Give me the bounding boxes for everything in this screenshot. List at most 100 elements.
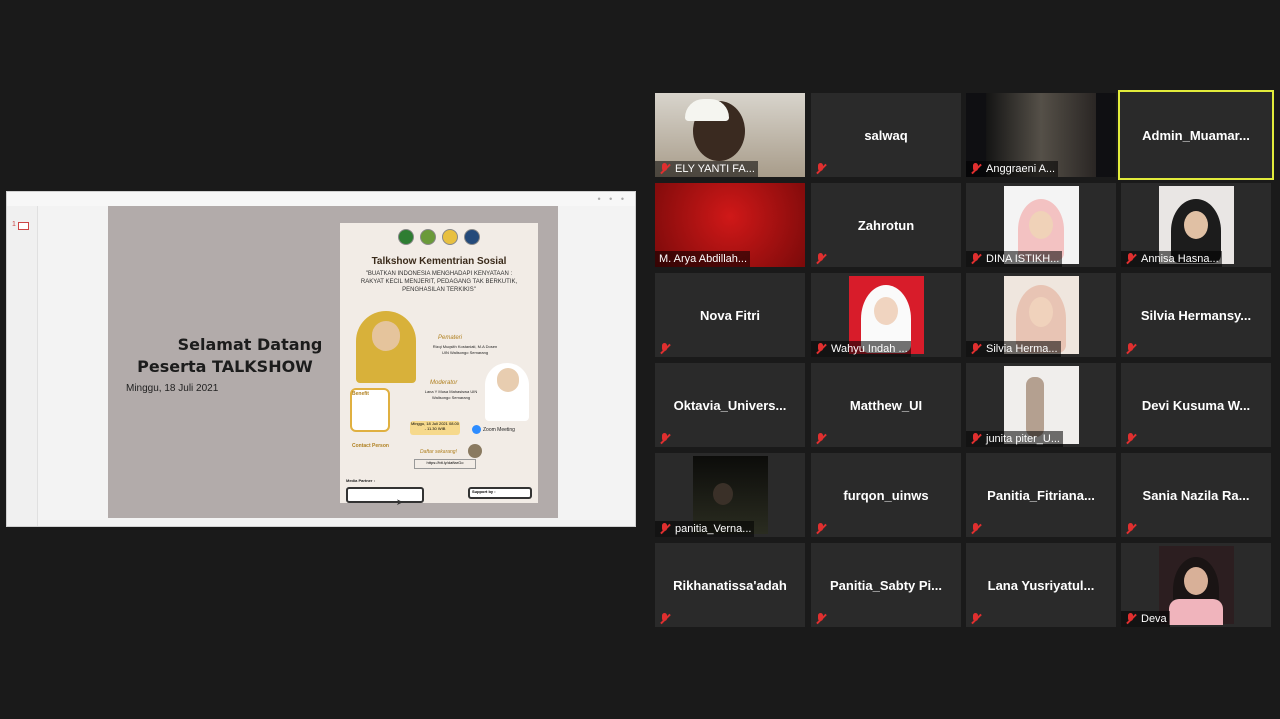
muted-mic-icon bbox=[1124, 252, 1138, 266]
poster-subtitle: "BUATKAN INDONESIA MENGHADAPI KENYATAAN … bbox=[360, 271, 518, 293]
participant-tile[interactable]: Silvia Herma... bbox=[966, 273, 1116, 357]
participant-tile[interactable]: Sania Nazila Ra... bbox=[1121, 453, 1271, 537]
muted-mic-icon bbox=[1124, 342, 1138, 356]
participant-label: Annisa Hasna... bbox=[1121, 251, 1222, 267]
participant-name: Anggraeni A... bbox=[986, 163, 1056, 175]
participant-tile[interactable]: Silvia Hermansy... bbox=[1121, 273, 1271, 357]
participant-tile[interactable]: Rikhanatissa'adah bbox=[655, 543, 805, 627]
participant-tile[interactable]: Annisa Hasna... bbox=[1121, 183, 1271, 267]
participant-tile[interactable]: Panitia_Fitriana... bbox=[966, 453, 1116, 537]
free-badge bbox=[468, 444, 482, 458]
zoom-meeting: Zoom Meeting bbox=[472, 425, 515, 434]
participant-tile[interactable]: Devi Kusuma W... bbox=[1121, 363, 1271, 447]
participant-tile[interactable]: Oktavia_Univers... bbox=[655, 363, 805, 447]
welcome-line-2: Peserta TALKSHOW bbox=[137, 357, 313, 376]
muted-mic-icon bbox=[658, 432, 672, 446]
participant-label: DINA ISTIKH... bbox=[966, 251, 1063, 267]
participant-status bbox=[655, 431, 678, 447]
poster-date: Minggu, 18 Juli 2021 08.00 - 11.30 WIB bbox=[410, 421, 460, 435]
muted-mic-icon bbox=[969, 342, 983, 356]
zoom-icon bbox=[472, 425, 481, 434]
participant-status bbox=[655, 611, 678, 627]
register-label: Daftar sekarang! bbox=[420, 449, 457, 455]
participant-tile[interactable]: salwaq bbox=[811, 93, 961, 177]
participant-name: panitia_Verna... bbox=[675, 523, 752, 535]
muted-mic-icon bbox=[658, 522, 672, 536]
muted-mic-icon bbox=[1124, 432, 1138, 446]
moderator-text: Lana Y Musa Mahasiswa UIN Walisongo Sema… bbox=[424, 389, 478, 400]
participant-name: Wahyu Indah ... bbox=[831, 343, 908, 355]
participant-tile[interactable]: Nova Fitri bbox=[655, 273, 805, 357]
participant-status bbox=[966, 611, 989, 627]
mouse-cursor-icon: ➤ bbox=[396, 497, 404, 507]
participant-tile[interactable]: M. Arya Abdillah... bbox=[655, 183, 805, 267]
speaker-label: Pemateri bbox=[438, 335, 463, 341]
viewer-toolbar: • • • bbox=[7, 192, 635, 206]
media-partner-box bbox=[346, 487, 424, 503]
muted-mic-icon bbox=[969, 162, 983, 176]
participant-name: ELY YANTI FA... bbox=[675, 163, 755, 175]
participant-tile[interactable]: Admin_Muamar... bbox=[1118, 90, 1274, 180]
participant-tile[interactable]: Matthew_UI bbox=[811, 363, 961, 447]
muted-mic-icon bbox=[814, 522, 828, 536]
participant-tile[interactable]: Anggraeni A... bbox=[966, 93, 1116, 177]
register-link: https://bit.ly/daftarGo bbox=[414, 459, 476, 469]
participant-tile[interactable]: Deva bbox=[1121, 543, 1271, 627]
muted-mic-icon bbox=[969, 252, 983, 266]
participant-tile[interactable]: Wahyu Indah ... bbox=[811, 273, 961, 357]
partner-logo-icon bbox=[464, 229, 480, 245]
participant-name: Annisa Hasna... bbox=[1141, 253, 1219, 265]
participant-status bbox=[655, 341, 678, 357]
event-poster: Talkshow Kementrian Sosial "BUATKAN INDO… bbox=[340, 223, 538, 503]
muted-mic-icon bbox=[658, 162, 672, 176]
participant-label: Wahyu Indah ... bbox=[811, 341, 911, 357]
muted-mic-icon bbox=[814, 612, 828, 626]
speaker-face bbox=[372, 321, 400, 351]
participant-tile[interactable]: Lana Yusriyatul... bbox=[966, 543, 1116, 627]
slide-number: 1 bbox=[12, 221, 16, 228]
participant-status bbox=[811, 161, 834, 177]
window-controls-icon[interactable]: • • • bbox=[598, 194, 627, 204]
participant-tile[interactable]: Panitia_Sabty Pi... bbox=[811, 543, 961, 627]
slide-thumbnail-panel: 1 bbox=[7, 206, 38, 526]
contact-label: Contact Person bbox=[352, 443, 389, 449]
participant-status bbox=[1121, 521, 1144, 537]
muted-mic-icon bbox=[658, 342, 672, 356]
muted-mic-icon bbox=[658, 612, 672, 626]
media-partner-label: Media Partner : bbox=[346, 478, 375, 483]
zoom-label: Zoom Meeting bbox=[483, 426, 515, 433]
participant-status bbox=[966, 521, 989, 537]
participant-status bbox=[1121, 341, 1144, 357]
participant-name: M. Arya Abdillah... bbox=[659, 253, 748, 265]
muted-mic-icon bbox=[814, 432, 828, 446]
participant-tile[interactable]: DINA ISTIKH... bbox=[966, 183, 1116, 267]
faculty-logo-icon bbox=[420, 229, 436, 245]
poster-logos bbox=[398, 229, 486, 250]
muted-mic-icon bbox=[969, 612, 983, 626]
participant-label: Anggraeni A... bbox=[966, 161, 1059, 177]
support-box: Support by : bbox=[468, 487, 532, 499]
org-logo-icon bbox=[442, 229, 458, 245]
participant-tile[interactable]: furqon_uinws bbox=[811, 453, 961, 537]
participant-status bbox=[811, 431, 834, 447]
moderator-label: Moderator bbox=[430, 380, 458, 386]
slide-thumbnail[interactable] bbox=[18, 222, 29, 230]
participant-tile[interactable]: Zahrotun bbox=[811, 183, 961, 267]
muted-mic-icon bbox=[814, 252, 828, 266]
participant-name: Admin_Muamar... bbox=[1142, 127, 1250, 143]
participant-tile[interactable]: junita piter_U... bbox=[966, 363, 1116, 447]
muted-mic-icon bbox=[814, 342, 828, 356]
muted-mic-icon bbox=[1124, 612, 1138, 626]
participant-status bbox=[811, 251, 834, 267]
muted-mic-icon bbox=[1124, 522, 1138, 536]
participant-name: Deva bbox=[1141, 613, 1167, 625]
participant-tile[interactable]: ELY YANTI FA... bbox=[655, 93, 805, 177]
benefit-label: Benefit bbox=[352, 391, 369, 397]
participant-name: DINA ISTIKH... bbox=[986, 253, 1060, 265]
muted-mic-icon bbox=[814, 162, 828, 176]
participant-tile[interactable]: panitia_Verna... bbox=[655, 453, 805, 537]
participant-status bbox=[811, 611, 834, 627]
muted-mic-icon bbox=[969, 522, 983, 536]
shared-screen[interactable]: • • • 1 Selamat Datang Peserta TALKSHOW … bbox=[6, 191, 636, 527]
participant-label: ELY YANTI FA... bbox=[655, 161, 758, 177]
